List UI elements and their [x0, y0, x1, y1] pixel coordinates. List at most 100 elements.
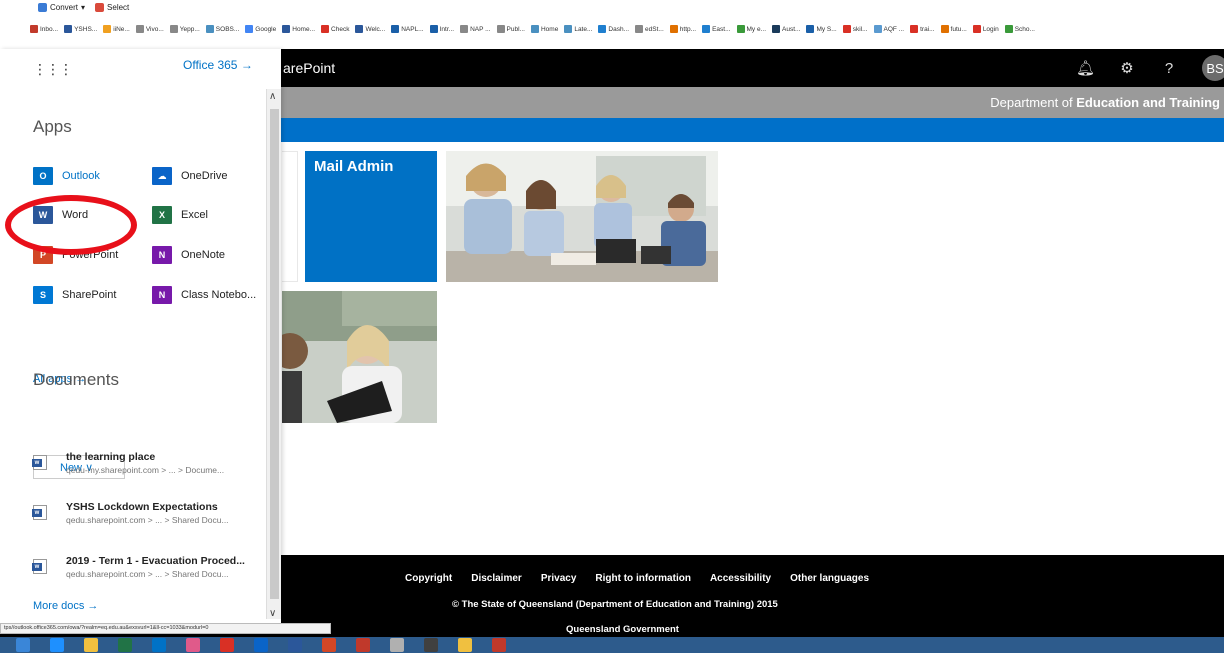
scroll-down-arrow-icon[interactable]: ∨ — [269, 608, 276, 619]
bookmark-item[interactable]: YSHS... — [64, 25, 97, 33]
settings-gear-icon[interactable]: ⚙ — [1118, 59, 1136, 77]
app-tile-excel[interactable]: X Excel — [152, 206, 208, 224]
document-path: qedu.sharepoint.com > ... > Shared Docu.… — [66, 515, 229, 525]
excel-icon: X — [152, 206, 172, 224]
bookmark-item[interactable]: Yepp... — [169, 25, 200, 33]
app-title[interactable]: arePoint — [283, 60, 335, 76]
onedrive-icon: ☁ — [152, 167, 172, 185]
bookmark-item[interactable]: Welc... — [355, 25, 385, 33]
bookmark-item[interactable]: Aust... — [772, 25, 800, 33]
bookmark-item[interactable]: Home... — [282, 25, 315, 33]
document-title: 2019 - Term 1 - Evacuation Proced... — [66, 555, 245, 567]
outlook-taskbar-icon[interactable] — [152, 638, 166, 652]
app-tile-onedrive[interactable]: ☁ OneDrive — [152, 167, 227, 185]
bookmark-favicon-icon — [169, 25, 178, 33]
bookmarks-bar: Inbo... YSHS... iiNe... Vivo... Yepp... SOBS.… — [0, 14, 1224, 44]
documents-heading: Documents — [33, 370, 119, 389]
bookmark-item[interactable]: East... — [702, 25, 731, 33]
bookmark-item[interactable]: Check — [321, 25, 349, 33]
scroll-up-arrow-icon[interactable]: ∧ — [269, 91, 276, 102]
scroll-thumb[interactable] — [270, 109, 279, 599]
bookmark-item[interactable]: My e... — [736, 25, 766, 33]
app-tile-outlook[interactable]: O Outlook — [33, 167, 100, 185]
notifications-bell-icon[interactable]: 🔔︎ — [1076, 59, 1095, 77]
app-launcher-waffle-icon[interactable]: ⋮⋮⋮ — [33, 61, 73, 78]
bookmark-favicon-icon — [103, 25, 112, 33]
footer-link[interactable]: Disclaimer — [471, 573, 522, 584]
bookmark-item[interactable]: Inbo... — [30, 25, 58, 33]
app-pink-icon[interactable] — [186, 638, 200, 652]
bookmark-item[interactable]: futu... — [940, 25, 967, 33]
footer-link[interactable]: Other languages — [790, 573, 869, 584]
powerpoint-taskbar-icon[interactable] — [322, 638, 336, 652]
footer-government[interactable]: Queensland Government — [566, 624, 679, 635]
ie-icon[interactable] — [50, 638, 64, 652]
record-icon[interactable] — [356, 638, 370, 652]
bookmark-item[interactable]: NAP ... — [460, 25, 491, 33]
app-tile-onenote[interactable]: N OneNote — [152, 246, 225, 264]
bookmark-favicon-icon — [702, 25, 711, 33]
footer-link[interactable]: Copyright — [405, 573, 452, 584]
more-docs-link[interactable]: More docs → — [33, 600, 98, 612]
task-view-icon[interactable] — [16, 638, 30, 652]
office365-link[interactable]: Office 365 → — [183, 58, 253, 72]
document-path: qedu-my.sharepoint.com > ... > Docume... — [66, 465, 225, 475]
folder-icon[interactable] — [458, 638, 472, 652]
bookmark-favicon-icon — [429, 25, 438, 33]
bookmark-item[interactable]: AQF ... — [873, 25, 904, 33]
chrome-icon[interactable] — [220, 638, 234, 652]
avatar[interactable]: BS — [1202, 55, 1224, 81]
bookmark-favicon-icon — [64, 25, 73, 33]
bookmark-favicon-icon — [598, 25, 607, 33]
partial-tile[interactable]: : — [279, 151, 298, 282]
footer-link[interactable]: Privacy — [541, 573, 577, 584]
app-label: OneNote — [181, 249, 226, 261]
bookmark-item[interactable]: NAPL... — [391, 25, 424, 33]
bookmark-item[interactable]: Late... — [564, 25, 592, 33]
onedrive-taskbar-icon[interactable] — [254, 638, 268, 652]
footer-link[interactable]: Right to information — [595, 573, 691, 584]
bookmark-item[interactable]: http... — [669, 25, 696, 33]
select-button[interactable]: Select — [95, 2, 129, 12]
paint-icon[interactable] — [390, 638, 404, 652]
acrobat-icon[interactable] — [492, 638, 506, 652]
bookmark-item[interactable]: skil... — [842, 25, 868, 33]
bookmark-item[interactable]: Scho... — [1004, 25, 1035, 33]
convert-button[interactable]: Convert ▾ — [38, 2, 85, 12]
panel-scrollbar[interactable]: ∧ ∨ — [266, 89, 281, 619]
bookmark-favicon-icon — [460, 25, 469, 33]
bookmark-favicon-icon — [910, 25, 919, 33]
footer-link[interactable]: Accessibility — [710, 573, 771, 584]
document-title: the learning place — [66, 451, 156, 463]
bookmark-item[interactable]: SOBS... — [205, 25, 239, 33]
recent-document-item[interactable]: w YSHS Lockdown Expectations qedu.sharepoi… — [32, 501, 263, 535]
bookmark-item[interactable]: Vivo... — [135, 25, 164, 33]
recent-document-item[interactable]: w the learning place qedu-my.sharepoint.co… — [32, 451, 263, 485]
convert-icon — [38, 2, 47, 12]
help-icon[interactable]: ? — [1160, 60, 1178, 77]
footer-copyright: © The State of Queensland (Department of… — [452, 599, 778, 610]
student-tablet-photo[interactable] — [282, 291, 437, 423]
bookmark-item[interactable]: Intr... — [429, 25, 454, 33]
bookmark-item[interactable]: iiNe... — [103, 25, 130, 33]
windows-taskbar — [0, 637, 1224, 653]
word-taskbar-icon[interactable] — [288, 638, 302, 652]
app-tile-class-notebo[interactable]: N Class Notebo... — [152, 286, 256, 304]
excel-taskbar-icon[interactable] — [118, 638, 132, 652]
file-explorer-icon[interactable] — [84, 638, 98, 652]
mail-admin-tile[interactable]: Mail Admin — [305, 151, 437, 282]
word-doc-icon: w — [32, 505, 47, 520]
bookmark-item[interactable]: trai... — [910, 25, 935, 33]
recent-document-item[interactable]: w 2019 - Term 1 - Evacuation Proced... qed… — [32, 555, 263, 589]
app-tile-sharepoint[interactable]: S SharePoint — [33, 286, 116, 304]
snipping-icon[interactable] — [424, 638, 438, 652]
bookmark-item[interactable]: My S... — [806, 25, 837, 33]
students-photo[interactable] — [446, 151, 718, 282]
bookmark-item[interactable]: Dash... — [598, 25, 629, 33]
bookmark-item[interactable]: Login — [972, 25, 999, 33]
bookmark-favicon-icon — [806, 25, 815, 33]
bookmark-item[interactable]: Google — [245, 25, 276, 33]
bookmark-item[interactable]: Home — [530, 25, 558, 33]
bookmark-item[interactable]: Publ... — [496, 25, 525, 33]
bookmark-item[interactable]: edSt... — [635, 25, 664, 33]
